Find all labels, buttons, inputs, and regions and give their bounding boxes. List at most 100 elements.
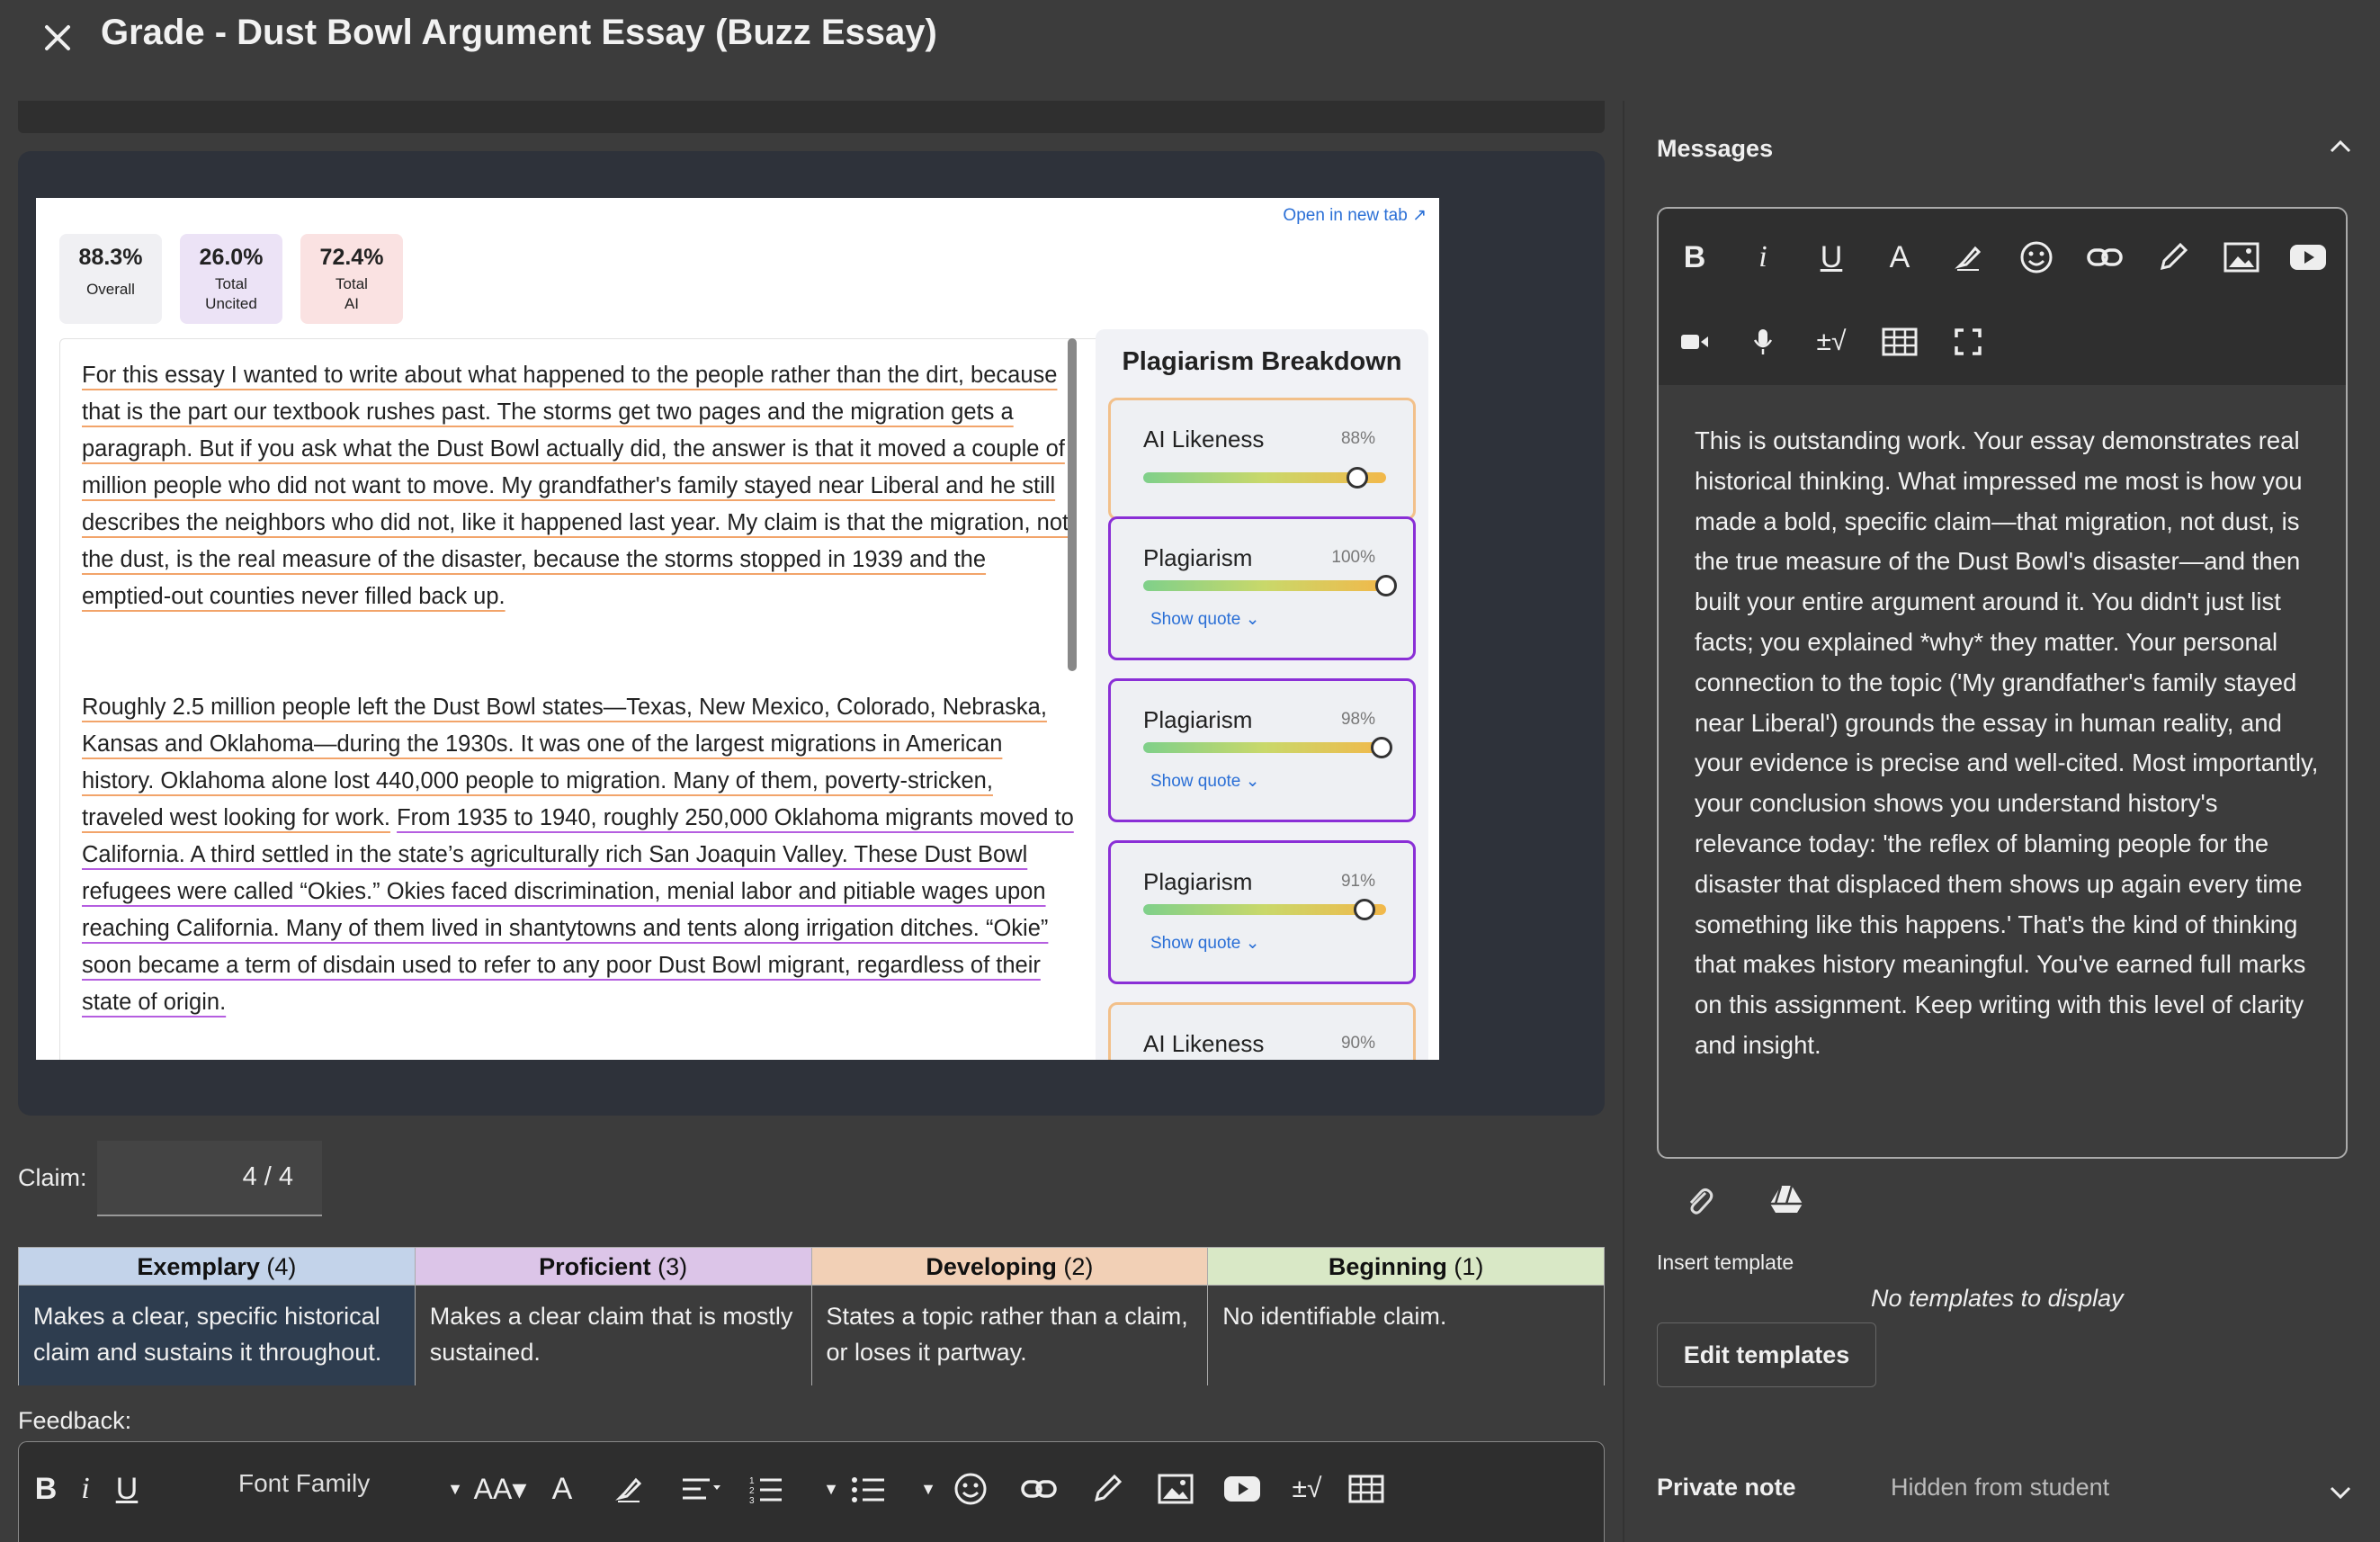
message-toolbar: B i U A ±√ xyxy=(1659,209,2346,385)
youtube-icon[interactable] xyxy=(1221,1467,1264,1511)
highlighter-icon[interactable] xyxy=(607,1467,650,1511)
video-icon[interactable] xyxy=(1673,320,1716,363)
feedback-toolbar: B i U Font Family ▼ AA▾ A 123 ▼ ▼ ±√ xyxy=(18,1441,1605,1542)
essay-paragraph: Roughly 2.5 million people left the Dust… xyxy=(82,689,1080,1021)
open-in-new-tab-link[interactable]: Open in new tab ↗ xyxy=(1283,205,1427,226)
plagiarism-report: Open in new tab ↗ 88.3% Overall 26.0% To… xyxy=(36,198,1439,1060)
youtube-icon[interactable] xyxy=(2286,236,2330,279)
message-body[interactable]: This is outstanding work. Your essay dem… xyxy=(1695,421,2324,1066)
score-bar-knob xyxy=(1346,467,1368,489)
expand-private-note-button[interactable] xyxy=(2324,1475,2357,1508)
edit-templates-button[interactable]: Edit templates xyxy=(1657,1322,1876,1387)
collapse-messages-button[interactable] xyxy=(2324,131,2357,164)
emoji-icon[interactable] xyxy=(949,1467,992,1511)
chevron-down-icon[interactable]: ▼ xyxy=(442,1467,469,1511)
svg-text:1: 1 xyxy=(749,1476,755,1486)
close-button[interactable] xyxy=(36,16,79,59)
breakdown-card[interactable]: AI Likeness 88% xyxy=(1108,398,1416,520)
pencil-icon[interactable] xyxy=(1086,1467,1129,1511)
rubric-level-name: Proficient xyxy=(539,1253,651,1280)
table-icon[interactable] xyxy=(1345,1467,1388,1511)
rubric-level-beginning[interactable]: Beginning (1) No identifiable claim. xyxy=(1208,1248,1604,1385)
rubric-level-description: States a topic rather than a claim, or l… xyxy=(811,1286,1208,1385)
bold-icon[interactable]: B xyxy=(1673,236,1716,279)
chevron-down-icon: ⌄ xyxy=(1240,934,1260,953)
rubric-level-proficient[interactable]: Proficient (3) Makes a clear claim that i… xyxy=(415,1248,812,1385)
attachment-icon[interactable] xyxy=(1682,1184,1718,1220)
column-divider xyxy=(1623,101,1624,1542)
show-quote-link[interactable]: Show quote ⌄ xyxy=(1150,771,1260,792)
essay-scrollbar[interactable] xyxy=(1068,338,1077,671)
rubric-level-header: Exemplary (4) xyxy=(19,1248,415,1286)
show-quote-link[interactable]: Show quote ⌄ xyxy=(1150,933,1260,954)
font-size-icon[interactable]: AA▾ xyxy=(469,1467,532,1511)
bold-icon[interactable]: B xyxy=(24,1467,67,1511)
breakdown-card[interactable]: Plagiarism 91% Show quote ⌄ xyxy=(1108,840,1416,984)
rubric-level-exemplary[interactable]: Exemplary (4) Makes a clear, specific his… xyxy=(19,1248,416,1385)
highlighter-icon[interactable] xyxy=(1946,236,1990,279)
breakdown-card[interactable]: Plagiarism 100% Show quote ⌄ xyxy=(1108,516,1416,660)
text-color-icon[interactable]: A xyxy=(1878,236,1921,279)
rubric-level-header: Beginning (1) xyxy=(1208,1248,1604,1286)
bullet-list-icon[interactable] xyxy=(846,1467,890,1511)
table-icon[interactable] xyxy=(1878,320,1921,363)
chevron-down-icon xyxy=(2330,1486,2351,1500)
rubric-level-points: (2) xyxy=(1063,1253,1094,1280)
fullscreen-icon[interactable] xyxy=(1946,320,1990,363)
score-pct: 88.3% xyxy=(78,245,143,270)
font-family-select[interactable]: Font Family xyxy=(238,1469,370,1498)
ai-highlight[interactable]: For this essay I wanted to write about w… xyxy=(82,363,1069,609)
underline-icon[interactable]: U xyxy=(1810,236,1853,279)
breakdown-card[interactable]: AI Likeness 90% xyxy=(1108,1002,1416,1060)
feedback-label: Feedback: xyxy=(18,1407,132,1434)
score-label: Total xyxy=(336,275,368,292)
rubric-level-name: Exemplary xyxy=(137,1253,260,1280)
rubric-level-description: Makes a clear claim that is mostly susta… xyxy=(415,1286,811,1385)
claim-score-field[interactable]: 4 / 4 xyxy=(97,1141,322,1216)
score-overall: 88.3% Overall xyxy=(59,234,162,324)
google-drive-icon[interactable] xyxy=(1768,1184,1804,1220)
image-icon[interactable] xyxy=(1154,1467,1197,1511)
underline-icon[interactable]: U xyxy=(105,1467,148,1511)
svg-text:3: 3 xyxy=(749,1496,755,1505)
rubric-level-developing[interactable]: Developing (2) States a topic rather than… xyxy=(811,1248,1209,1385)
rubric-level-points: (1) xyxy=(1454,1253,1484,1280)
breakdown-card-pct: 91% xyxy=(1340,872,1375,891)
no-templates-text: No templates to display xyxy=(1871,1285,2124,1312)
image-icon[interactable] xyxy=(2220,236,2263,279)
chevron-down-icon[interactable]: ▼ xyxy=(915,1467,942,1511)
emoji-icon[interactable] xyxy=(2015,236,2058,279)
essay-paragraph: For this essay I wanted to write about w… xyxy=(82,357,1080,615)
microphone-icon[interactable] xyxy=(1741,320,1785,363)
messages-title: Messages xyxy=(1657,135,1774,162)
breakdown-card[interactable]: Plagiarism 98% Show quote ⌄ xyxy=(1108,678,1416,822)
chevron-down-icon[interactable]: ▼ xyxy=(818,1467,845,1511)
score-ai: 72.4% Total AI xyxy=(300,234,403,324)
breakdown-card-pct: 100% xyxy=(1331,548,1375,567)
breakdown-card-title: Plagiarism xyxy=(1143,868,1253,895)
score-bar-knob xyxy=(1370,737,1392,758)
italic-icon[interactable]: i xyxy=(1741,236,1785,279)
align-icon[interactable] xyxy=(676,1467,726,1511)
score-label-2: AI xyxy=(344,295,360,312)
rubric-level-name: Developing xyxy=(926,1253,1057,1280)
rubric-level-description: Makes a clear, specific historical claim… xyxy=(19,1286,415,1385)
score-bar xyxy=(1143,742,1386,753)
message-editor[interactable]: B i U A ±√ This is outstanding work. You… xyxy=(1657,207,2348,1159)
link-icon[interactable] xyxy=(1017,1467,1060,1511)
rubric-level-header: Proficient (3) xyxy=(415,1248,811,1286)
plagiarism-highlight[interactable]: From 1935 to 1940, roughly 250,000 Oklah… xyxy=(82,805,1074,1015)
show-quote-link[interactable]: Show quote ⌄ xyxy=(1150,609,1260,630)
numbered-list-icon[interactable]: 123 xyxy=(744,1467,787,1511)
link-icon[interactable] xyxy=(2083,236,2126,279)
italic-icon[interactable]: i xyxy=(64,1467,107,1511)
insert-template-label: Insert template xyxy=(1657,1251,1794,1274)
text-color-icon[interactable]: A xyxy=(541,1467,584,1511)
pencil-icon[interactable] xyxy=(2152,236,2195,279)
equation-icon[interactable]: ±√ xyxy=(1803,320,1860,363)
chevron-up-icon xyxy=(2330,139,2351,153)
essay-text: For this essay I wanted to write about w… xyxy=(59,338,1103,1060)
score-bar-knob xyxy=(1353,899,1375,920)
equation-icon[interactable]: ±√ xyxy=(1280,1467,1334,1511)
page-title: Grade - Dust Bowl Argument Essay (Buzz E… xyxy=(101,13,937,52)
